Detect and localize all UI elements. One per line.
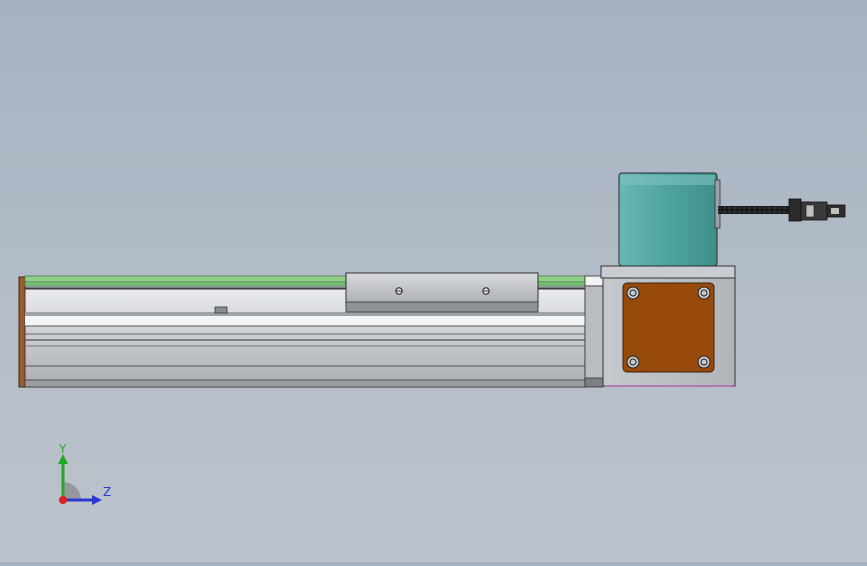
flange-bolt-icon (697, 286, 711, 300)
z-axis-label: Z (103, 485, 111, 499)
origin-dot-icon (59, 496, 67, 504)
y-axis-label: Y (58, 442, 67, 456)
coordinate-triad: Y Z (58, 442, 111, 505)
motor-flange[interactable] (622, 282, 715, 373)
carriage-block[interactable] (345, 272, 539, 313)
limit-sensor[interactable] (214, 306, 228, 314)
flange-bolt-icon (626, 355, 640, 369)
cad-viewport[interactable]: Y Z (0, 0, 867, 562)
flange-bolt-icon (626, 286, 640, 300)
servo-motor[interactable] (618, 172, 721, 267)
cable-connector[interactable] (788, 198, 846, 222)
motor-cable[interactable] (718, 206, 790, 214)
cad-model-view[interactable] (0, 0, 867, 562)
coupling-plate[interactable] (584, 275, 604, 388)
flange-bolt-icon (697, 355, 711, 369)
left-end-cap[interactable] (18, 276, 26, 388)
